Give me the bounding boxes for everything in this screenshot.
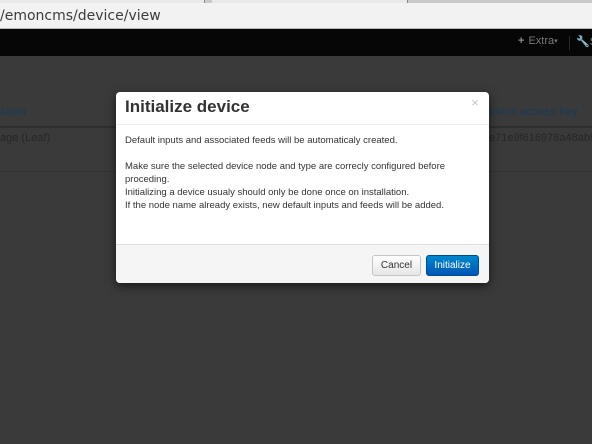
- address-bar[interactable]: /emoncms/device/view: [0, 3, 592, 29]
- modal-footer: Cancel Initialize: [116, 244, 489, 283]
- modal-spacer: [125, 147, 480, 160]
- modal-text-line: proceding.: [125, 174, 170, 185]
- caret-down-icon: ▾: [554, 38, 558, 46]
- modal-body: Default inputs and associated feeds will…: [125, 134, 480, 212]
- column-header-access-key[interactable]: evice access key: [489, 106, 578, 118]
- modal-text-line: Initializing a device usualy should only…: [125, 187, 410, 198]
- nav-extra-menu[interactable]: + Extra▾: [518, 35, 558, 47]
- column-header-location[interactable]: ation: [0, 106, 26, 118]
- access-key-cell: e71e9f616978a48ab9578: [489, 132, 592, 144]
- modal-text-line: Default inputs and associated feeds will…: [125, 135, 398, 146]
- close-icon[interactable]: ×: [469, 96, 481, 110]
- plus-icon: +: [518, 35, 525, 47]
- device-type-cell: age (Leaf): [0, 132, 51, 144]
- modal-text-line: If the node name already exists, new def…: [125, 200, 444, 211]
- modal-header: Initialize device ×: [116, 92, 489, 125]
- nav-extra-label: Extra: [528, 35, 555, 47]
- cancel-button[interactable]: Cancel: [372, 255, 421, 276]
- initialize-button[interactable]: Initialize: [426, 255, 479, 276]
- modal-title: Initialize device: [125, 97, 250, 116]
- nav-settings-menu[interactable]: 🔧S: [576, 35, 592, 48]
- wrench-icon: 🔧: [576, 36, 590, 48]
- top-navbar: +Extra▾ 🔧S: [0, 29, 592, 56]
- initialize-device-modal: Initialize device × Default inputs and a…: [116, 92, 489, 283]
- nav-divider: [569, 36, 570, 50]
- url-text[interactable]: /emoncms/device/view: [0, 7, 161, 25]
- modal-text-line: Make sure the selected device node and t…: [125, 161, 446, 172]
